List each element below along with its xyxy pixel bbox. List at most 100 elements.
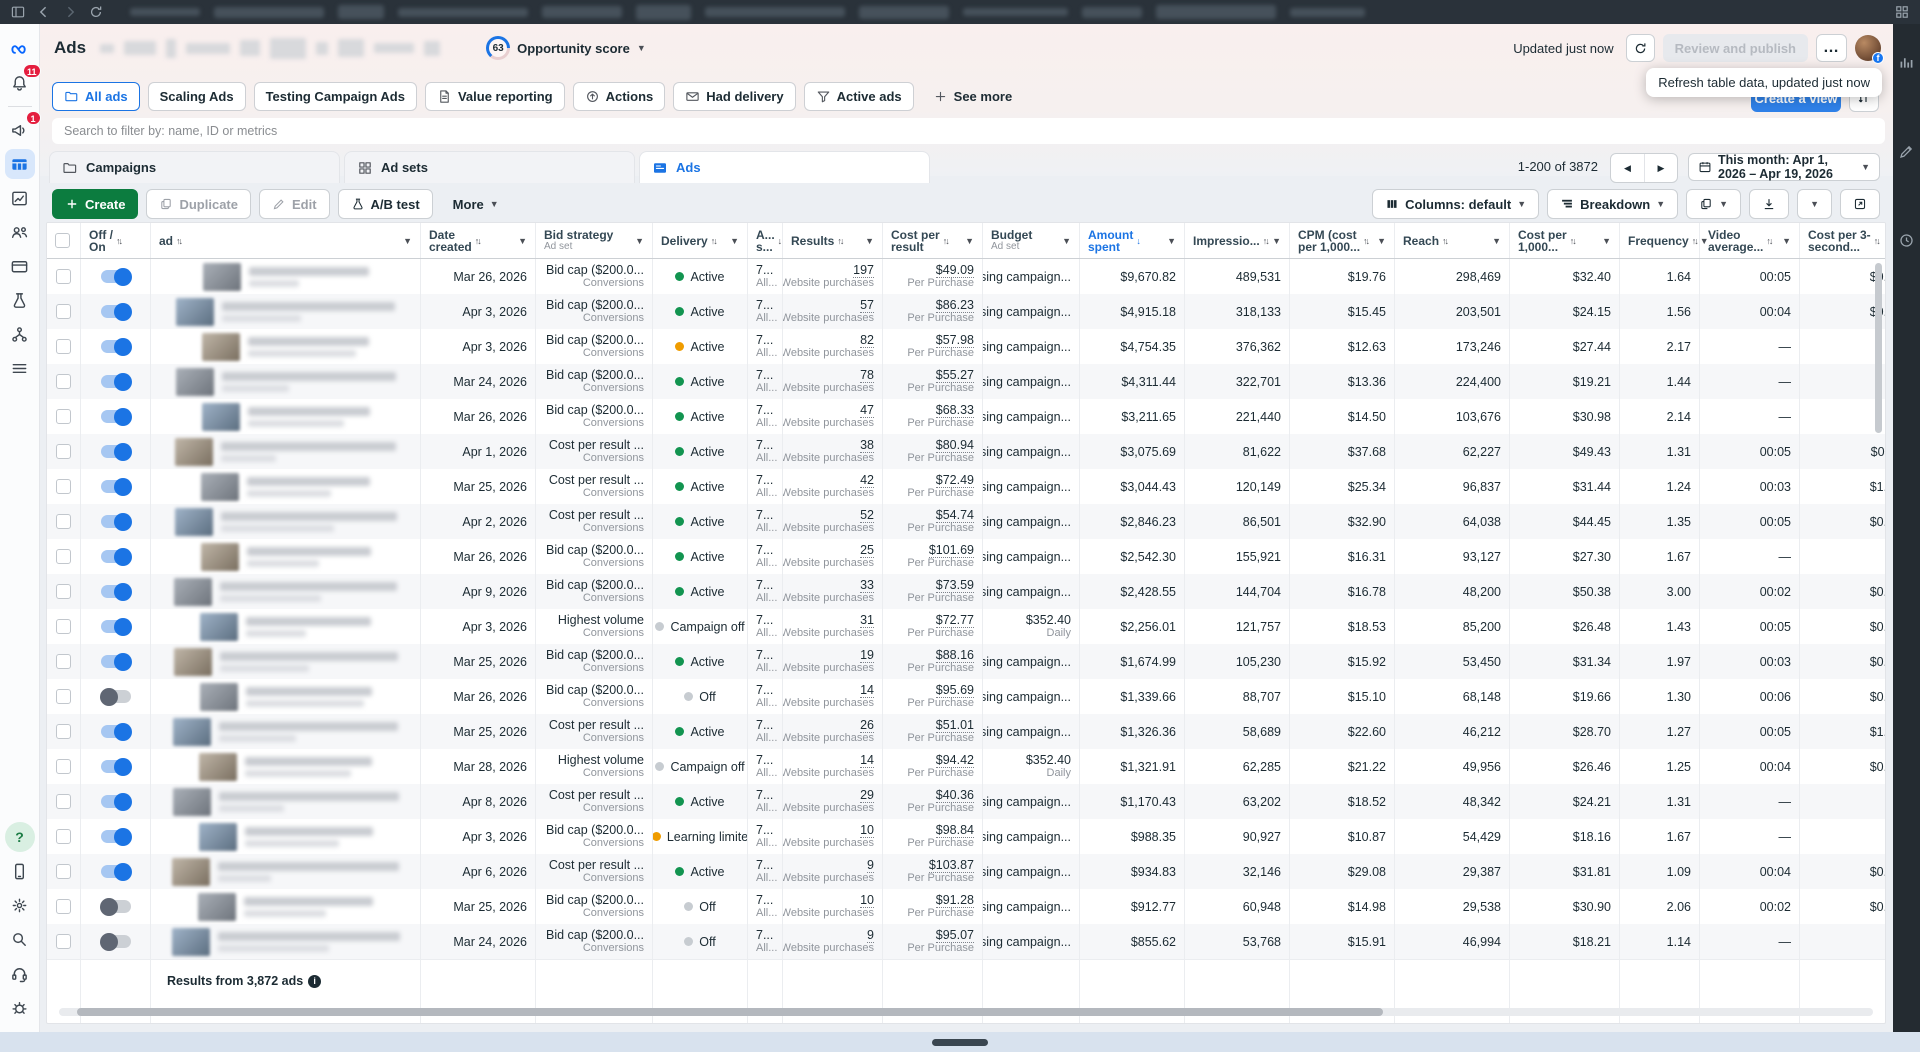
- reload-icon[interactable]: [88, 4, 104, 20]
- filter-chip-active-ads[interactable]: Active ads: [804, 82, 914, 111]
- column-menu-icon[interactable]: ▼: [1602, 236, 1611, 246]
- history-clock-icon[interactable]: [1898, 232, 1915, 249]
- row-checkbox[interactable]: [56, 899, 71, 914]
- column-header-cpr[interactable]: Cost perresult↑↓▼: [883, 223, 983, 258]
- sidebar-item-business-apps[interactable]: [5, 856, 35, 886]
- column-menu-icon[interactable]: ▼: [1167, 236, 1176, 246]
- row-checkbox[interactable]: [56, 444, 71, 459]
- sidebar-item-campaigns[interactable]: [5, 149, 35, 179]
- column-header-spent[interactable]: Amountspent↓▼: [1080, 223, 1185, 258]
- sort-icon[interactable]: ↓: [1136, 236, 1139, 246]
- cell-ad-name[interactable]: [151, 679, 421, 714]
- row-checkbox[interactable]: [56, 654, 71, 669]
- filter-chip-had-delivery[interactable]: Had delivery: [673, 82, 795, 111]
- column-menu-icon[interactable]: ▼: [1782, 236, 1791, 246]
- column-header-freq[interactable]: Frequency↑↓▼: [1620, 223, 1700, 258]
- column-header-impr[interactable]: Impressio...↑↓▼: [1185, 223, 1290, 258]
- column-header-video[interactable]: Videoaverage...↑↓▼: [1700, 223, 1800, 258]
- row-checkbox[interactable]: [56, 479, 71, 494]
- ad-toggle[interactable]: [101, 865, 131, 878]
- ad-toggle[interactable]: [101, 795, 131, 808]
- date-range-picker[interactable]: This month: Apr 1, 2026 – Apr 19, 2026 ▼: [1688, 153, 1880, 181]
- avatar[interactable]: f: [1855, 35, 1881, 61]
- columns-button[interactable]: Columns: default▼: [1372, 189, 1539, 219]
- cell-ad-name[interactable]: [151, 854, 421, 889]
- column-header-ad[interactable]: ad↑↓▼: [151, 223, 421, 258]
- breakdown-button[interactable]: Breakdown▼: [1547, 189, 1678, 219]
- row-checkbox[interactable]: [56, 339, 71, 354]
- filter-chip-testing-campaign-ads[interactable]: Testing Campaign Ads: [254, 82, 417, 111]
- sidebar-item-support[interactable]: [5, 958, 35, 988]
- column-header-reach[interactable]: Reach↑↓▼: [1395, 223, 1510, 258]
- ad-toggle[interactable]: [101, 340, 131, 353]
- sort-icon[interactable]: ↑↓: [1570, 236, 1575, 246]
- export-options-button[interactable]: ▼: [1797, 189, 1832, 219]
- cell-ad-name[interactable]: [151, 434, 421, 469]
- column-menu-icon[interactable]: ▼: [1492, 236, 1501, 246]
- row-checkbox[interactable]: [56, 409, 71, 424]
- cell-ad-name[interactable]: [151, 749, 421, 784]
- column-header-budget[interactable]: BudgetAd set▼: [983, 223, 1080, 258]
- column-menu-icon[interactable]: ▼: [403, 236, 412, 246]
- sort-icon[interactable]: ↑↓: [1766, 236, 1771, 246]
- prev-page-button[interactable]: ◀: [1611, 154, 1644, 182]
- row-checkbox[interactable]: [56, 794, 71, 809]
- row-checkbox[interactable]: [56, 304, 71, 319]
- cell-ad-name[interactable]: [151, 504, 421, 539]
- sidebar-item-all-tools[interactable]: [5, 353, 35, 383]
- column-menu-icon[interactable]: ▼: [1062, 236, 1071, 246]
- row-checkbox[interactable]: [56, 269, 71, 284]
- sidebar-item-help[interactable]: ?: [5, 822, 35, 852]
- ad-toggle[interactable]: [101, 690, 131, 703]
- cell-ad-name[interactable]: [151, 329, 421, 364]
- cell-ad-name[interactable]: [151, 364, 421, 399]
- sort-icon[interactable]: ↑↓: [711, 236, 716, 246]
- filter-chip-value-reporting[interactable]: Value reporting: [425, 82, 565, 111]
- column-header-cpm[interactable]: CPM (costper 1,000...↑↓▼: [1290, 223, 1395, 258]
- tab-campaigns[interactable]: Campaigns: [49, 151, 340, 183]
- sidebar-item-settings[interactable]: [5, 890, 35, 920]
- sidebar-item-notifications[interactable]: 11: [5, 68, 35, 98]
- sort-icon[interactable]: ↑↓: [1263, 236, 1268, 246]
- horizontal-scrollbar-thumb[interactable]: [77, 1008, 1383, 1016]
- row-checkbox[interactable]: [56, 864, 71, 879]
- sidebar-item-report-bug[interactable]: [5, 992, 35, 1022]
- create-button[interactable]: Create: [52, 189, 138, 219]
- ad-toggle[interactable]: [101, 550, 131, 563]
- column-header-bid[interactable]: Bid strategyAd set▼: [536, 223, 653, 258]
- export-button[interactable]: [1749, 189, 1789, 219]
- ad-toggle[interactable]: [101, 270, 131, 283]
- reports-button[interactable]: ▼: [1686, 189, 1741, 219]
- column-header-delivery[interactable]: Delivery↑↓▼: [653, 223, 748, 258]
- row-checkbox[interactable]: [56, 549, 71, 564]
- sidebar-item-experiments[interactable]: [5, 285, 35, 315]
- cell-ad-name[interactable]: [151, 609, 421, 644]
- refresh-button[interactable]: [1626, 34, 1655, 62]
- cell-ad-name[interactable]: [151, 644, 421, 679]
- sidebar-item-billing[interactable]: [5, 251, 35, 281]
- sidebar-item-account-overview[interactable]: 1: [5, 115, 35, 145]
- charts-icon[interactable]: [1898, 54, 1915, 71]
- duplicate-button[interactable]: Duplicate: [146, 189, 251, 219]
- column-menu-icon[interactable]: ▼: [965, 236, 974, 246]
- extensions-grid-icon[interactable]: [1894, 4, 1910, 20]
- sidebar-item-ads-reporting[interactable]: [5, 183, 35, 213]
- cell-ad-name[interactable]: [151, 469, 421, 504]
- ad-toggle[interactable]: [101, 655, 131, 668]
- tab-ads[interactable]: Ads: [639, 151, 930, 183]
- cell-ad-name[interactable]: [151, 539, 421, 574]
- vertical-scrollbar[interactable]: [1875, 263, 1882, 433]
- more-options-button[interactable]: …: [1816, 34, 1847, 62]
- sort-icon[interactable]: ↑↓: [176, 236, 181, 246]
- sort-icon[interactable]: ↑↓: [116, 236, 121, 246]
- resize-handle[interactable]: [932, 1039, 988, 1046]
- column-menu-icon[interactable]: ▼: [1377, 236, 1386, 246]
- forward-icon[interactable]: [62, 4, 78, 20]
- cell-ad-name[interactable]: [151, 259, 421, 294]
- sort-icon[interactable]: ↑↓: [1442, 236, 1447, 246]
- ab-test-button[interactable]: A/B test: [338, 189, 433, 219]
- column-menu-icon[interactable]: ▼: [1272, 236, 1281, 246]
- back-icon[interactable]: [36, 4, 52, 20]
- edit-pencil-icon[interactable]: [1898, 143, 1915, 160]
- column-header-results[interactable]: Results↑↓▼: [783, 223, 883, 258]
